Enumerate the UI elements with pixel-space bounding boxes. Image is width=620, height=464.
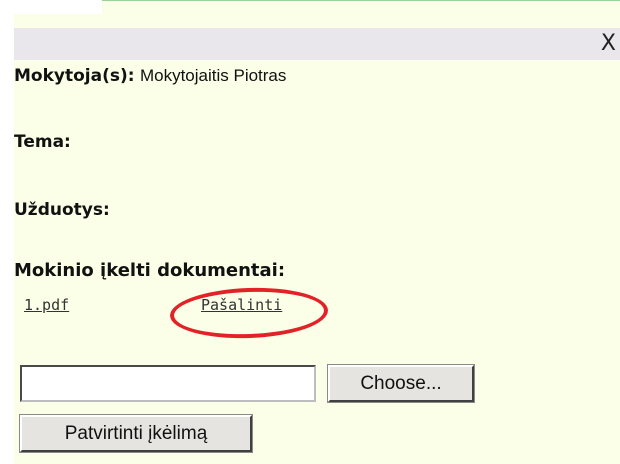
close-icon[interactable]: X [601, 30, 616, 58]
dialog-titlebar: X [14, 28, 620, 60]
documents-heading: Mokinio įkelti dokumentai: [14, 260, 286, 281]
teacher-value: Mokytojaitis Piotras [139, 66, 287, 85]
top-left-blank [0, 0, 102, 14]
teacher-label: Mokytoja(s): [14, 66, 135, 86]
teacher-row: Mokytoja(s): Mokytojaitis Piotras [14, 66, 286, 86]
tasks-label: Užduotys: [14, 200, 110, 220]
file-path-input[interactable] [20, 365, 316, 402]
document-link[interactable]: 1.pdf [24, 296, 69, 314]
annotation-ellipse [169, 285, 329, 341]
dialog-panel: X Mokytoja(s): Mokytojaitis Piotras Tema… [14, 14, 620, 464]
topic-label: Tema: [14, 132, 71, 152]
top-strip [102, 0, 620, 14]
choose-file-button[interactable]: Choose... [327, 364, 475, 403]
confirm-upload-button[interactable]: Patvirtinti įkėlimą [19, 414, 253, 453]
